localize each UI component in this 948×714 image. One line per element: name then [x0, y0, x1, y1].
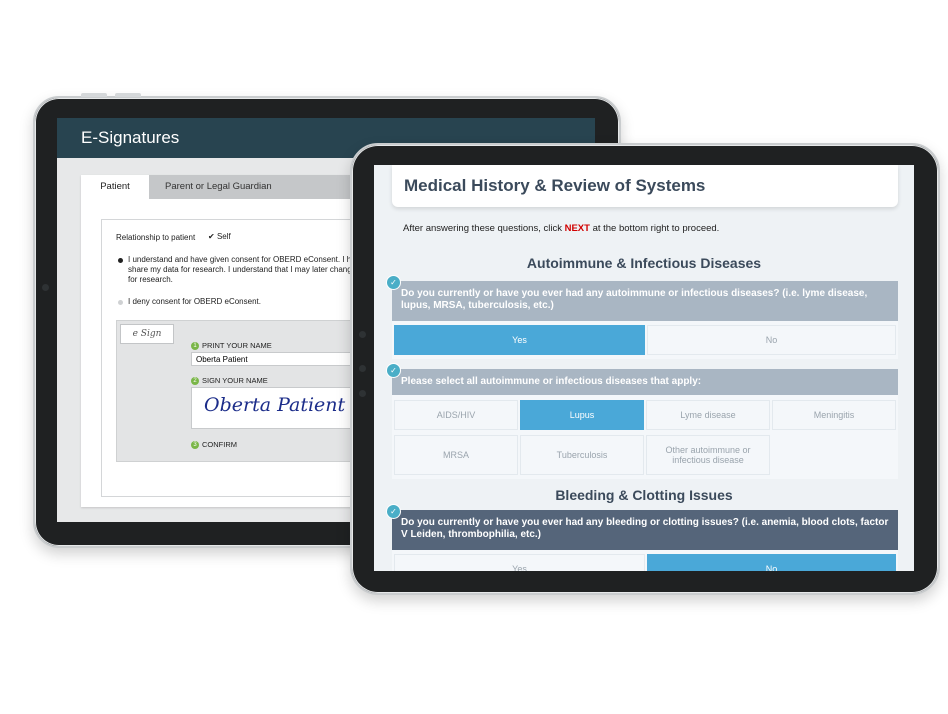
- signature-panel: e Sign 1 PRINT YOUR NAME Oberta Patient 2…: [116, 320, 388, 462]
- consent-line: for research.: [128, 275, 173, 284]
- tablet-button: [115, 93, 141, 97]
- camera-dot: [359, 331, 366, 338]
- camera-dot: [359, 390, 366, 397]
- medical-tablet: Medical History & Review of Systems Afte…: [350, 143, 940, 595]
- signature-pad[interactable]: Oberta Patient: [191, 387, 363, 429]
- option-other[interactable]: Other autoimmune or infectious disease: [646, 435, 770, 475]
- next-keyword: NEXT: [564, 223, 590, 234]
- esign-logo: e Sign: [120, 324, 174, 344]
- answered-check-icon: ✓: [386, 363, 401, 378]
- step-sign-name: 2 SIGN YOUR NAME: [191, 376, 268, 386]
- answer-yes-button[interactable]: Yes: [394, 554, 645, 571]
- answered-check-icon: ✓: [386, 275, 401, 290]
- question-autoimmune: Do you currently or have you ever had an…: [386, 275, 898, 359]
- tablet-button: [81, 93, 107, 97]
- answer-yes-button[interactable]: Yes: [394, 325, 645, 355]
- deny-radio[interactable]: [118, 300, 123, 305]
- page-title: Medical History & Review of Systems: [404, 176, 706, 195]
- option-aids-hiv[interactable]: AIDS/HIV: [394, 400, 518, 430]
- step-number: 3: [191, 441, 199, 450]
- step-label: CONFIRM: [202, 440, 237, 449]
- camera-dot: [359, 365, 366, 372]
- check-icon: ✔: [208, 232, 215, 241]
- step-number: 1: [191, 342, 199, 351]
- consent-text: I understand and have given consent for …: [128, 255, 360, 285]
- option-lupus[interactable]: Lupus: [520, 400, 644, 430]
- medical-screen: Medical History & Review of Systems Afte…: [374, 165, 914, 571]
- relationship-value: Self: [216, 232, 231, 241]
- camera-dot: [42, 284, 49, 291]
- medical-header: Medical History & Review of Systems: [392, 165, 898, 207]
- question-bleeding: Do you currently or have you ever had an…: [386, 504, 898, 571]
- step-confirm[interactable]: 3 CONFIRM: [191, 440, 237, 450]
- option-lyme-disease[interactable]: Lyme disease: [646, 400, 770, 430]
- answered-check-icon: ✓: [386, 504, 401, 519]
- question-disease-list: Please select all autoimmune or infectio…: [386, 363, 898, 479]
- tab-patient[interactable]: Patient: [81, 175, 149, 199]
- answer-no-button[interactable]: No: [647, 554, 896, 571]
- step-label: SIGN YOUR NAME: [202, 376, 268, 385]
- question-text: Do you currently or have you ever had an…: [392, 510, 898, 550]
- page-title: E-Signatures: [81, 128, 180, 147]
- instructions: After answering these questions, click N…: [403, 223, 719, 234]
- step-number: 2: [191, 377, 199, 386]
- option-mrsa[interactable]: MRSA: [394, 435, 518, 475]
- option-tuberculosis[interactable]: Tuberculosis: [520, 435, 644, 475]
- signature-drawing: Oberta Patient: [204, 394, 346, 416]
- relationship-self[interactable]: ✔ Self: [208, 232, 231, 242]
- step-label: PRINT YOUR NAME: [202, 341, 272, 350]
- consent-line: I understand and have given consent for …: [128, 255, 360, 264]
- answer-no-button[interactable]: No: [647, 325, 896, 355]
- step-print-name: 1 PRINT YOUR NAME: [191, 341, 272, 351]
- option-meningitis[interactable]: Meningitis: [772, 400, 896, 430]
- relationship-label: Relationship to patient: [116, 233, 196, 242]
- consent-radio-selected[interactable]: [118, 258, 123, 263]
- instructions-text: at the bottom right to proceed.: [589, 223, 720, 234]
- section-title-bleeding: Bleeding & Clotting Issues: [555, 487, 733, 503]
- section-title-autoimmune: Autoimmune & Infectious Diseases: [526, 255, 762, 271]
- instructions-text: After answering these questions, click: [403, 223, 565, 234]
- question-text: Do you currently or have you ever had an…: [392, 281, 898, 321]
- consent-line: share my data for research. I understand…: [128, 265, 357, 274]
- deny-text: I deny consent for OBERD eConsent.: [128, 297, 261, 306]
- question-text: Please select all autoimmune or infectio…: [392, 369, 898, 395]
- print-name-input[interactable]: Oberta Patient: [191, 352, 361, 366]
